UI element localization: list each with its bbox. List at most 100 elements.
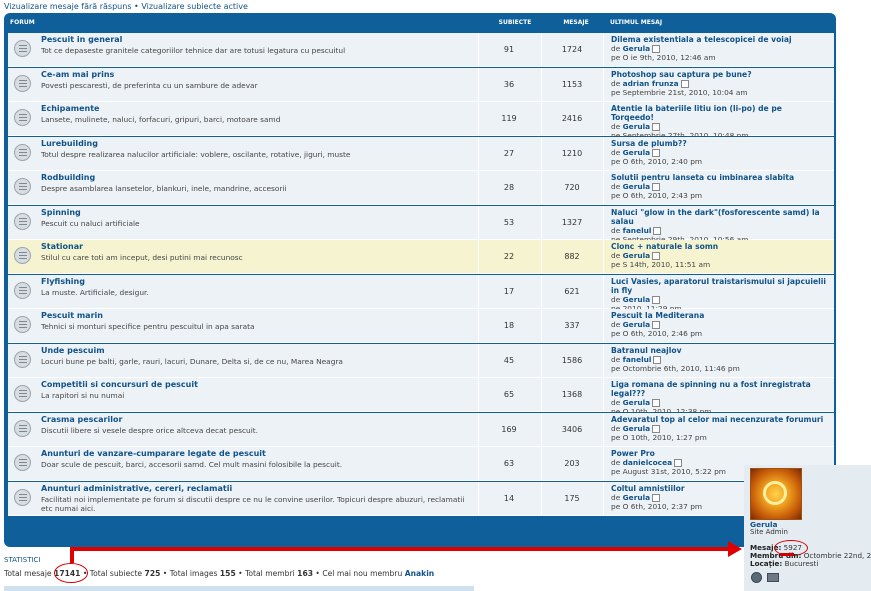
forum-posts-count: 1327	[541, 205, 602, 239]
last-post-title-link[interactable]: Naluci "glow in the dark"(fosforescente …	[611, 208, 826, 226]
forum-title-link[interactable]: Lurebuilding	[41, 139, 98, 148]
profile-pm-icon[interactable]	[767, 573, 779, 582]
view-latest-post-icon[interactable]	[652, 424, 661, 433]
stats-bottom-bar	[4, 586, 474, 591]
forum-topics-count: 65	[478, 378, 539, 411]
forum-posts-count: 1724	[541, 33, 602, 66]
forum-cell: Spinning Pescuit cu naluci artificiale	[8, 206, 488, 239]
view-latest-post-icon[interactable]	[652, 321, 661, 329]
forum-cell: Pescuit marin Tehnici si monturi specific…	[8, 309, 488, 342]
annotation-arrow-head-icon	[728, 541, 742, 557]
forum-title-link[interactable]: Pescuit in general	[41, 35, 122, 44]
forum-read-icon	[14, 178, 31, 195]
header-last-post: Ultimul mesaj	[610, 19, 663, 26]
forum-topics-count: 14	[478, 481, 539, 515]
forum-posts-count: 3406	[541, 412, 602, 446]
last-post-title-link[interactable]: Luci Vasies, aparatorul traistarismului …	[611, 277, 826, 295]
last-post-title-link[interactable]: Batranul neajlov	[611, 346, 826, 355]
avatar[interactable]	[750, 468, 802, 520]
last-post-author-link[interactable]: fanelul	[623, 355, 652, 364]
view-latest-post-icon[interactable]	[674, 459, 683, 467]
view-latest-post-icon[interactable]	[652, 295, 661, 304]
view-latest-post-icon[interactable]	[653, 355, 662, 364]
last-post-date: pe O 6th, 2010, 2:43 pm	[611, 191, 703, 200]
forum-title-link[interactable]: Stationar	[41, 242, 83, 251]
statistics-title: STATISTICI	[4, 556, 41, 564]
forum-list-header: Forum Subiecte Mesaje Ultimul mesaj	[10, 15, 836, 29]
forum-title-link[interactable]: Pescuit marin	[41, 311, 103, 320]
forum-row: Competitii si concursuri de pescuit La ra…	[8, 378, 834, 416]
last-post-author-link[interactable]: Gerula	[623, 320, 651, 329]
forum-title-link[interactable]: Unde pescuim	[41, 346, 105, 355]
header-forum: Forum	[10, 19, 35, 26]
profile-www-icon[interactable]	[751, 572, 762, 583]
forum-posts-count: 1368	[541, 378, 602, 411]
forum-title-link[interactable]: Ce-am mai prins	[41, 70, 114, 79]
view-latest-post-icon[interactable]	[653, 226, 662, 235]
view-latest-post-icon[interactable]	[652, 399, 661, 407]
total-topics-label: Total subiecte	[89, 569, 143, 578]
forum-cell: Crasma pescarilor Discutii libere si vese…	[8, 413, 488, 446]
forum-read-icon	[14, 419, 31, 437]
last-post-author-link[interactable]: adrian frunza	[623, 79, 679, 88]
last-post-author-link[interactable]: Gerula	[623, 398, 651, 407]
last-post-author-link[interactable]: Gerula	[623, 424, 651, 433]
forum-topics-count: 169	[478, 412, 539, 446]
forum-posts-count: 203	[541, 447, 602, 480]
last-post-author-link[interactable]: danielcocea	[623, 458, 672, 467]
last-post-title-link[interactable]: Adevaratul top al celor mai necenzurate …	[611, 415, 826, 424]
last-post-title-link[interactable]: Atentie la bateriile litiu ion (li-po) d…	[611, 104, 826, 122]
active-topics-link[interactable]: Vizualizare subiecte active	[141, 2, 248, 11]
forum-cell: Lurebuilding Totul despre realizarea nalu…	[8, 137, 488, 170]
last-post-title-link[interactable]: Solutii pentru lanseta cu imbinarea slab…	[611, 173, 826, 182]
forum-posts-count: 2416	[541, 102, 602, 135]
forum-read-icon	[14, 143, 31, 161]
forum-topics-count: 119	[478, 102, 539, 135]
last-post-author-link[interactable]: Gerula	[623, 493, 651, 502]
last-post-author-link[interactable]: Gerula	[623, 182, 651, 191]
forum-cell: Ce-am mai prins Povesti pescaresti, de pr…	[8, 68, 488, 101]
view-latest-post-icon[interactable]	[652, 183, 661, 191]
forum-topics-count: 63	[478, 447, 539, 480]
forum-title-link[interactable]: Competitii si concursuri de pescuit	[41, 380, 198, 389]
unanswered-posts-link[interactable]: Vizualizare mesaje fără răspuns	[4, 2, 132, 11]
forum-title-link[interactable]: Echipamente	[41, 104, 99, 113]
last-post-author-link[interactable]: Gerula	[623, 44, 651, 53]
last-post-title-link[interactable]: Pescuit la Mediterana	[611, 311, 826, 320]
last-post-author-link[interactable]: fanelul	[623, 226, 652, 235]
last-post-author-link[interactable]: Gerula	[623, 122, 651, 131]
forum-title-link[interactable]: Anunturi administrative, cereri, reclama…	[41, 484, 232, 493]
last-post-author-link[interactable]: Gerula	[623, 295, 651, 304]
forum-title-link[interactable]: Flyfishing	[41, 277, 85, 286]
last-post-author-line: de Gerula	[611, 182, 842, 191]
forum-title-link[interactable]: Crasma pescarilor	[41, 415, 122, 424]
forum-last-post: Adevaratul top al celor mai necenzurate …	[603, 412, 842, 446]
newest-member-link[interactable]: Anakin	[405, 569, 434, 578]
last-post-date: pe Octombrie 6th, 2010, 11:46 pm	[611, 363, 740, 373]
view-latest-post-icon[interactable]	[652, 493, 661, 502]
stats-sep-3: •	[235, 569, 246, 578]
forum-cell: Flyfishing La muste. Artificiale, desigur…	[8, 275, 488, 308]
forum-title-link[interactable]: Anunturi de vanzare-cumparare legate de …	[41, 449, 266, 458]
forum-last-post: Photoshop sau captura pe bune? de adrian …	[603, 67, 842, 101]
view-latest-post-icon[interactable]	[652, 252, 661, 260]
forum-description: Stilul cu care toti am inceput, desi put…	[41, 253, 243, 262]
last-post-title-link[interactable]: Dilema existentiala a telescopicei de vo…	[611, 35, 826, 44]
view-latest-post-icon[interactable]	[652, 123, 661, 131]
view-latest-post-icon[interactable]	[652, 45, 661, 53]
view-latest-post-icon[interactable]	[680, 79, 689, 88]
forum-title-link[interactable]: Spinning	[41, 208, 81, 217]
last-post-author-link[interactable]: Gerula	[623, 148, 651, 157]
last-post-title-link[interactable]: Sursa de plumb??	[611, 139, 826, 148]
last-post-author-link[interactable]: Gerula	[623, 251, 651, 260]
last-post-title-link[interactable]: Liga romana de spinning nu a fost inregi…	[611, 380, 826, 398]
last-post-title-link[interactable]: Power Pro	[611, 449, 826, 458]
forum-title-link[interactable]: Rodbuilding	[41, 173, 95, 182]
last-post-author-line: de adrian frunza	[611, 79, 842, 88]
view-latest-post-icon[interactable]	[652, 148, 661, 157]
forum-read-icon	[14, 454, 31, 471]
stats-sep-2: •	[160, 569, 170, 578]
last-post-title-link[interactable]: Photoshop sau captura pe bune?	[611, 70, 826, 79]
forum-row: Lurebuilding Totul despre realizarea nalu…	[8, 136, 834, 171]
last-post-title-link[interactable]: Clonc + naturale la somn	[611, 242, 826, 251]
